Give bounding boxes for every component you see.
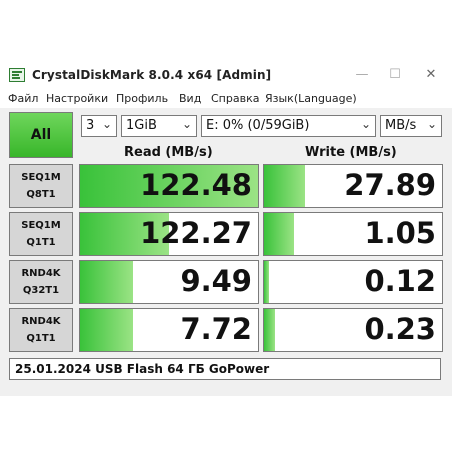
minimize-icon[interactable]: — [348, 64, 376, 86]
chevron-down-icon: ⌄ [101, 117, 112, 131]
read-result-seq1m-q8t1: 122.48 [79, 164, 259, 208]
read-value: 9.49 [180, 264, 252, 298]
test-size-select[interactable]: 1GiB ⌄ [121, 115, 197, 137]
test-size-value: 1GiB [126, 118, 157, 133]
write-result-rnd4k-q1t1: 0.23 [263, 308, 443, 352]
title-bar: CrystalDiskMark 8.0.4 x64 [Admin] — ☐ ✕ [0, 60, 452, 90]
write-bar [264, 309, 275, 351]
write-bar [264, 165, 305, 207]
crystaldiskmark-window: CrystalDiskMark 8.0.4 x64 [Admin] — ☐ ✕ … [0, 60, 452, 396]
drive-value: E: 0% (0/59GiB) [206, 118, 310, 133]
read-result-seq1m-q1t1: 122.27 [79, 212, 259, 256]
read-value: 122.27 [140, 216, 252, 250]
app-icon [9, 68, 25, 82]
write-value: 0.23 [364, 312, 436, 346]
menu-file[interactable]: Файл [8, 92, 38, 105]
menu-view[interactable]: Вид [179, 92, 201, 105]
read-bar [80, 261, 134, 303]
read-value: 7.72 [180, 312, 252, 346]
comment-text: 25.01.2024 USB Flash 64 ГБ GoPower [15, 362, 270, 376]
test-params: Q1T1 [26, 333, 56, 344]
test-button-rnd4k-q32t1[interactable]: RND4K Q32T1 [9, 260, 73, 304]
write-bar [264, 261, 270, 303]
close-icon[interactable]: ✕ [417, 64, 445, 86]
read-bar [80, 309, 134, 351]
write-result-rnd4k-q32t1: 0.12 [263, 260, 443, 304]
test-name: RND4K [21, 268, 61, 279]
test-button-seq1m-q8t1[interactable]: SEQ1M Q8T1 [9, 164, 73, 208]
all-button[interactable]: All [9, 112, 73, 158]
test-count-value: 3 [86, 118, 95, 133]
read-header: Read (MB/s) [124, 145, 213, 160]
chevron-down-icon: ⌄ [360, 117, 371, 131]
test-params: Q8T1 [26, 189, 56, 200]
test-params: Q1T1 [26, 237, 56, 248]
menu-bar: Файл Настройки Профиль Вид Справка Язык(… [0, 90, 452, 108]
drive-select[interactable]: E: 0% (0/59GiB) ⌄ [201, 115, 376, 137]
write-header: Write (MB/s) [305, 145, 397, 160]
test-count-select[interactable]: 3 ⌄ [81, 115, 117, 137]
write-value: 0.12 [364, 264, 436, 298]
write-value: 27.89 [344, 168, 436, 202]
chevron-down-icon: ⌄ [426, 117, 437, 131]
read-result-rnd4k-q32t1: 9.49 [79, 260, 259, 304]
window-title: CrystalDiskMark 8.0.4 x64 [Admin] [32, 68, 272, 82]
menu-settings[interactable]: Настройки [46, 92, 108, 105]
write-bar [264, 213, 295, 255]
test-button-rnd4k-q1t1[interactable]: RND4K Q1T1 [9, 308, 73, 352]
maximize-icon[interactable]: ☐ [381, 64, 409, 86]
test-name: SEQ1M [21, 220, 61, 231]
test-params: Q32T1 [22, 285, 60, 296]
write-result-seq1m-q8t1: 27.89 [263, 164, 443, 208]
write-result-seq1m-q1t1: 1.05 [263, 212, 443, 256]
chevron-down-icon: ⌄ [181, 117, 192, 131]
test-name: SEQ1M [21, 172, 61, 183]
test-name: RND4K [21, 316, 61, 327]
read-value: 122.48 [140, 168, 252, 202]
write-value: 1.05 [364, 216, 436, 250]
menu-language[interactable]: Язык(Language) [265, 92, 357, 105]
unit-select[interactable]: MB/s ⌄ [380, 115, 442, 137]
read-result-rnd4k-q1t1: 7.72 [79, 308, 259, 352]
comment-field[interactable]: 25.01.2024 USB Flash 64 ГБ GoPower [9, 358, 441, 380]
test-button-seq1m-q1t1[interactable]: SEQ1M Q1T1 [9, 212, 73, 256]
menu-help[interactable]: Справка [211, 92, 259, 105]
unit-value: MB/s [385, 118, 417, 133]
menu-profile[interactable]: Профиль [116, 92, 168, 105]
